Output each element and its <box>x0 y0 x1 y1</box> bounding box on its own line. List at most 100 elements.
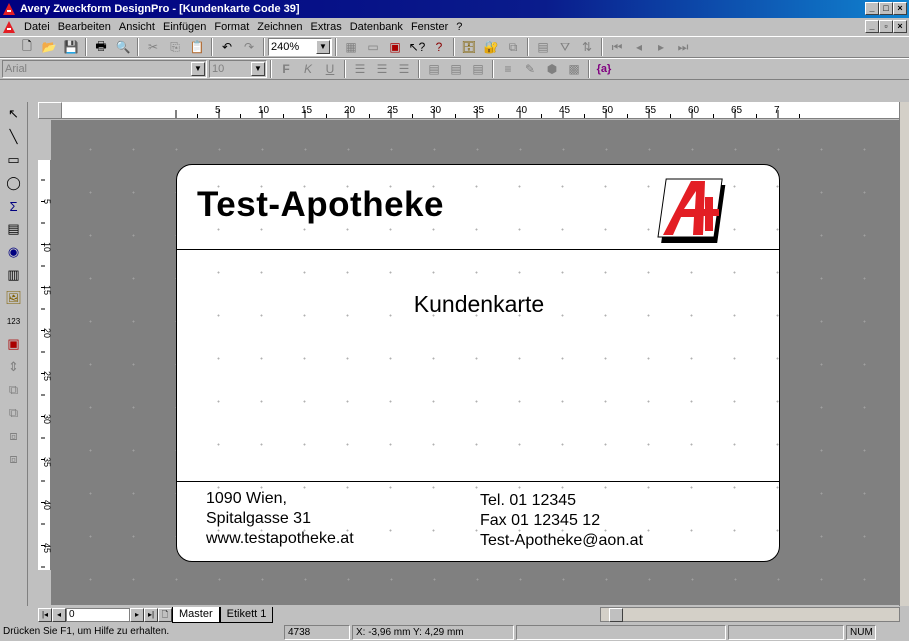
ruler-label: 55 <box>645 105 657 116</box>
menu-help[interactable]: ? <box>452 21 466 33</box>
menu-zeichnen[interactable]: Zeichnen <box>253 21 306 33</box>
paragraph-tool-icon[interactable]: ▤ <box>3 219 25 239</box>
barcode-tool-icon[interactable]: ▥ <box>3 265 25 285</box>
fill-icon[interactable]: ⬢ <box>541 59 563 79</box>
merge-icon[interactable]: ⧉ <box>502 37 524 57</box>
address-left[interactable]: 1090 Wien, Spitalgasse 31 www.testapothe… <box>206 489 354 549</box>
bold-button[interactable]: F <box>275 59 297 79</box>
align-bottom-icon[interactable]: ▤ <box>467 59 489 79</box>
chevron-down-icon[interactable]: ▼ <box>191 62 205 76</box>
pen-icon[interactable]: ✎ <box>519 59 541 79</box>
minimize-button[interactable]: _ <box>865 2 879 15</box>
maximize-button[interactable]: □ <box>879 2 893 15</box>
zoom-select[interactable]: 240% ▼ <box>268 38 332 56</box>
filter-icon[interactable]: ⛛ <box>554 37 576 57</box>
grid-icon[interactable]: ▦ <box>340 37 362 57</box>
ruler-label: 35 <box>473 105 485 116</box>
menu-einfuegen[interactable]: Einfügen <box>159 21 210 33</box>
address-line: www.testapotheke.at <box>206 530 354 547</box>
context-help-icon[interactable]: ↖? <box>406 37 428 57</box>
database-icon[interactable]: 🗄 <box>458 37 480 57</box>
redo-icon[interactable]: ↷ <box>238 37 260 57</box>
help-icon[interactable]: ? <box>428 37 450 57</box>
doc-minimize-button[interactable]: _ <box>865 20 879 33</box>
card-title[interactable]: Test-Apotheke <box>197 185 444 225</box>
align-center-icon[interactable]: ☰ <box>371 59 393 79</box>
menu-datei[interactable]: Datei <box>20 21 54 33</box>
pattern-icon[interactable]: ▩ <box>563 59 585 79</box>
last-page-button[interactable]: ▸| <box>144 608 158 622</box>
label-card[interactable]: Test-Apotheke Kundenkarte 1090 Wien, Spi… <box>176 164 780 562</box>
cut-icon[interactable]: ✂ <box>142 37 164 57</box>
group-icon[interactable]: ⧈ <box>3 426 25 446</box>
send-back-icon[interactable]: ⧉ <box>3 403 25 423</box>
next-page-button[interactable]: ▸ <box>130 608 144 622</box>
print-icon[interactable]: 🖶 <box>90 37 112 57</box>
rectangle-tool-icon[interactable]: ▭ <box>3 150 25 170</box>
first-page-button[interactable]: |◂ <box>38 608 52 622</box>
page-number-field[interactable]: 0 <box>66 608 130 622</box>
vertical-scrollbar[interactable] <box>899 102 909 606</box>
menu-ansicht[interactable]: Ansicht <box>115 21 159 33</box>
bring-front-icon[interactable]: ⧉ <box>3 380 25 400</box>
text-tool-icon[interactable]: Σ <box>3 196 25 216</box>
sort-icon[interactable]: ⇅ <box>576 37 598 57</box>
lock-icon[interactable]: 🔐 <box>480 37 502 57</box>
print-preview-icon[interactable]: 🔍 <box>112 37 134 57</box>
tab-etikett-1[interactable]: Etikett 1 <box>219 607 274 623</box>
font-select[interactable]: Arial ▼ <box>2 60 207 78</box>
menu-extras[interactable]: Extras <box>307 21 346 33</box>
new-file-icon[interactable]: 🗋 <box>16 37 38 57</box>
first-record-icon[interactable]: ⏮ <box>606 37 628 57</box>
doc-close-button[interactable]: × <box>893 20 907 33</box>
underline-button[interactable]: U <box>319 59 341 79</box>
paste-icon[interactable]: 📋 <box>186 37 208 57</box>
doc-restore-button[interactable]: ▫ <box>879 20 893 33</box>
menu-bearbeiten[interactable]: Bearbeiten <box>54 21 115 33</box>
document-icon[interactable] <box>2 20 16 34</box>
label-frame-icon[interactable]: ▣ <box>384 37 406 57</box>
line-tool-icon[interactable]: ╲ <box>3 127 25 147</box>
align-left-icon[interactable]: ☰ <box>349 59 371 79</box>
menu-fenster[interactable]: Fenster <box>407 21 452 33</box>
apotheke-logo-icon[interactable] <box>647 173 751 247</box>
font-size-select[interactable]: 10 ▼ <box>209 60 267 78</box>
ungroup-icon[interactable]: ⧈ <box>3 449 25 469</box>
table-icon[interactable]: ▤ <box>532 37 554 57</box>
align-right-icon[interactable]: ☰ <box>393 59 415 79</box>
pointer-icon[interactable]: ↖ <box>3 104 25 124</box>
menu-format[interactable]: Format <box>210 21 253 33</box>
prev-page-button[interactable]: ◂ <box>52 608 66 622</box>
new-page-icon[interactable]: 🗋 <box>158 608 172 622</box>
horizontal-scrollbar[interactable] <box>600 607 900 622</box>
align-middle-icon[interactable]: ▤ <box>445 59 467 79</box>
circular-text-icon[interactable]: ◉ <box>3 242 25 262</box>
card-heading[interactable]: Kundenkarte <box>177 291 779 318</box>
date-tool-icon[interactable]: ▣ <box>3 334 25 354</box>
line-style-icon[interactable]: ≡ <box>497 59 519 79</box>
chevron-down-icon[interactable]: ▼ <box>316 40 330 54</box>
prev-record-icon[interactable]: ◂ <box>628 37 650 57</box>
scroll-thumb[interactable] <box>609 608 623 622</box>
counter-tool-icon[interactable]: 123 <box>3 311 25 331</box>
menu-datenbank[interactable]: Datenbank <box>346 21 407 33</box>
undo-icon[interactable]: ↶ <box>216 37 238 57</box>
align-top-icon[interactable]: ▤ <box>423 59 445 79</box>
menu-bar: Datei Bearbeiten Ansicht Einfügen Format… <box>0 18 909 36</box>
picture-tool-icon[interactable]: 🖼 <box>3 288 25 308</box>
ellipse-tool-icon[interactable]: ◯ <box>3 173 25 193</box>
ruler-label: 10 <box>42 242 51 252</box>
last-record-icon[interactable]: ⏭ <box>672 37 694 57</box>
ruler-icon[interactable]: ▭ <box>362 37 384 57</box>
save-icon[interactable]: 💾 <box>60 37 82 57</box>
close-button[interactable]: × <box>893 2 907 15</box>
tab-master[interactable]: Master <box>172 607 220 623</box>
contact-right[interactable]: Tel. 01 12345 Fax 01 12345 12 Test-Apoth… <box>480 491 643 551</box>
copy-icon[interactable]: ⎘ <box>164 37 186 57</box>
insert-field-button[interactable]: {a} <box>593 59 615 79</box>
open-folder-icon[interactable]: 📂 <box>38 37 60 57</box>
italic-button[interactable]: K <box>297 59 319 79</box>
chevron-down-icon[interactable]: ▼ <box>251 62 265 76</box>
next-record-icon[interactable]: ▸ <box>650 37 672 57</box>
rotate-tool-icon[interactable]: ⇕ <box>3 357 25 377</box>
